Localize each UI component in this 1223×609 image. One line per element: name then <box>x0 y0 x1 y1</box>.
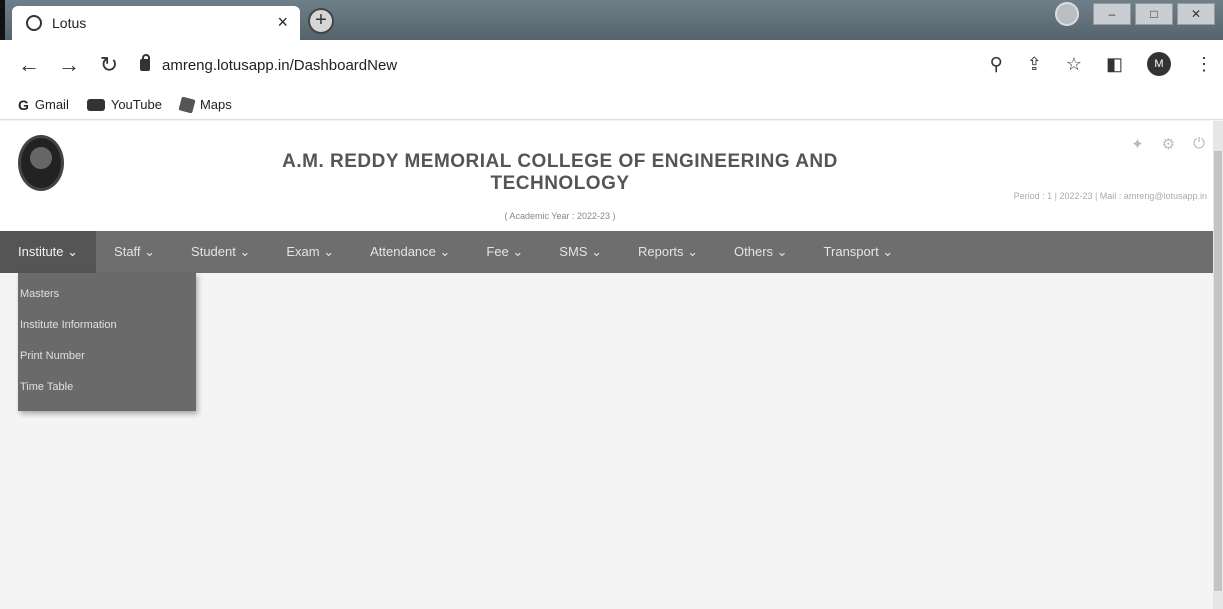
side-panel-icon[interactable]: ◧ <box>1106 54 1123 75</box>
header-icons: ✦ ⚙ ⏻ <box>1131 135 1205 153</box>
college-logo <box>18 135 64 191</box>
menu-item-institute-information[interactable]: Institute Information <box>18 310 196 341</box>
profile-avatar[interactable]: M <box>1147 52 1171 76</box>
toolbar-actions: ⚲ ⇪ ☆ ◧ M ⋮ <box>990 52 1213 76</box>
bookmark-youtube[interactable]: YouTube <box>86 97 162 112</box>
nav-exam[interactable]: Exam ⌄ <box>268 231 352 273</box>
site-header: A.M. REDDY MEMORIAL COLLEGE OF ENGINEERI… <box>0 121 1223 231</box>
bookmark-label: Gmail <box>34 97 69 112</box>
gmail-icon: G <box>18 96 29 113</box>
close-window-button[interactable]: ✕ <box>1177 3 1215 25</box>
nav-transport[interactable]: Transport ⌄ <box>806 231 912 273</box>
page-content: A.M. REDDY MEMORIAL COLLEGE OF ENGINEERI… <box>0 121 1223 609</box>
institute-dropdown-menu: Masters Institute Information Print Numb… <box>18 273 196 411</box>
tab-close-button[interactable]: × <box>277 12 288 33</box>
nav-institute[interactable]: Institute ⌄ <box>0 231 97 273</box>
maps-icon <box>178 95 196 114</box>
window-controls: – □ ✕ <box>1055 2 1215 26</box>
notifications-icon[interactable]: ✦ <box>1131 135 1144 153</box>
favicon-icon <box>26 15 42 31</box>
browser-tab[interactable]: Lotus × <box>12 6 300 40</box>
zoom-icon[interactable]: ⚲ <box>990 54 1003 75</box>
tab-title: Lotus <box>52 15 87 31</box>
bookmarks-bar: G Gmail YouTube Maps <box>0 90 1223 120</box>
menu-item-masters[interactable]: Masters <box>18 279 196 310</box>
bookmark-gmail[interactable]: G Gmail <box>18 97 69 113</box>
tab-search-icon[interactable] <box>1055 2 1079 26</box>
youtube-icon <box>86 98 105 111</box>
menu-icon[interactable]: ⋮ <box>1195 54 1213 75</box>
main-navbar: Institute ⌄ Staff ⌄ Student ⌄ Exam ⌄ Att… <box>0 231 1223 273</box>
nav-others[interactable]: Others ⌄ <box>716 231 806 273</box>
bookmark-label: Maps <box>199 97 232 112</box>
nav-fee[interactable]: Fee ⌄ <box>468 231 541 273</box>
reload-icon[interactable]: ↻ <box>98 52 120 78</box>
share-icon[interactable]: ⇪ <box>1027 54 1042 75</box>
page-scrollbar[interactable] <box>1213 121 1223 609</box>
logout-icon[interactable]: ⏻ <box>1193 135 1205 153</box>
menu-item-print-number[interactable]: Print Number <box>18 341 196 372</box>
browser-tabstrip: Lotus × + – □ ✕ <box>0 0 1223 44</box>
college-name: A.M. REDDY MEMORIAL COLLEGE OF ENGINEERI… <box>282 151 838 194</box>
maximize-button[interactable]: □ <box>1135 3 1173 25</box>
minimize-button[interactable]: – <box>1093 3 1131 25</box>
tab-edge <box>0 0 5 44</box>
nav-sms[interactable]: SMS ⌄ <box>541 231 620 273</box>
nav-attendance[interactable]: Attendance ⌄ <box>352 231 468 273</box>
url-text[interactable]: amreng.lotusapp.in/DashboardNew <box>162 57 397 74</box>
academic-year: ( Academic Year : 2022-23 ) <box>504 211 616 221</box>
bookmark-star-icon[interactable]: ☆ <box>1066 54 1082 75</box>
bookmark-label: YouTube <box>110 97 162 112</box>
nav-reports[interactable]: Reports ⌄ <box>620 231 716 273</box>
nav-student[interactable]: Student ⌄ <box>173 231 268 273</box>
user-info: Period : 1 | 2022-23 | Mail : amreng@lot… <box>1013 191 1207 201</box>
nav-staff[interactable]: Staff ⌄ <box>96 231 173 273</box>
browser-toolbar: ← → ↻ amreng.lotusapp.in/DashboardNew ⚲ … <box>0 40 1223 90</box>
address-bar[interactable]: amreng.lotusapp.in/DashboardNew <box>140 50 397 80</box>
forward-icon[interactable]: → <box>58 52 80 78</box>
back-icon[interactable]: ← <box>18 52 40 78</box>
menu-item-time-table[interactable]: Time Table <box>18 372 196 403</box>
scrollbar-thumb[interactable] <box>1214 151 1222 591</box>
lock-icon <box>140 54 150 71</box>
bookmark-maps[interactable]: Maps <box>178 95 232 114</box>
settings-icon[interactable]: ⚙ <box>1162 135 1175 153</box>
new-tab-button[interactable]: + <box>308 8 334 34</box>
